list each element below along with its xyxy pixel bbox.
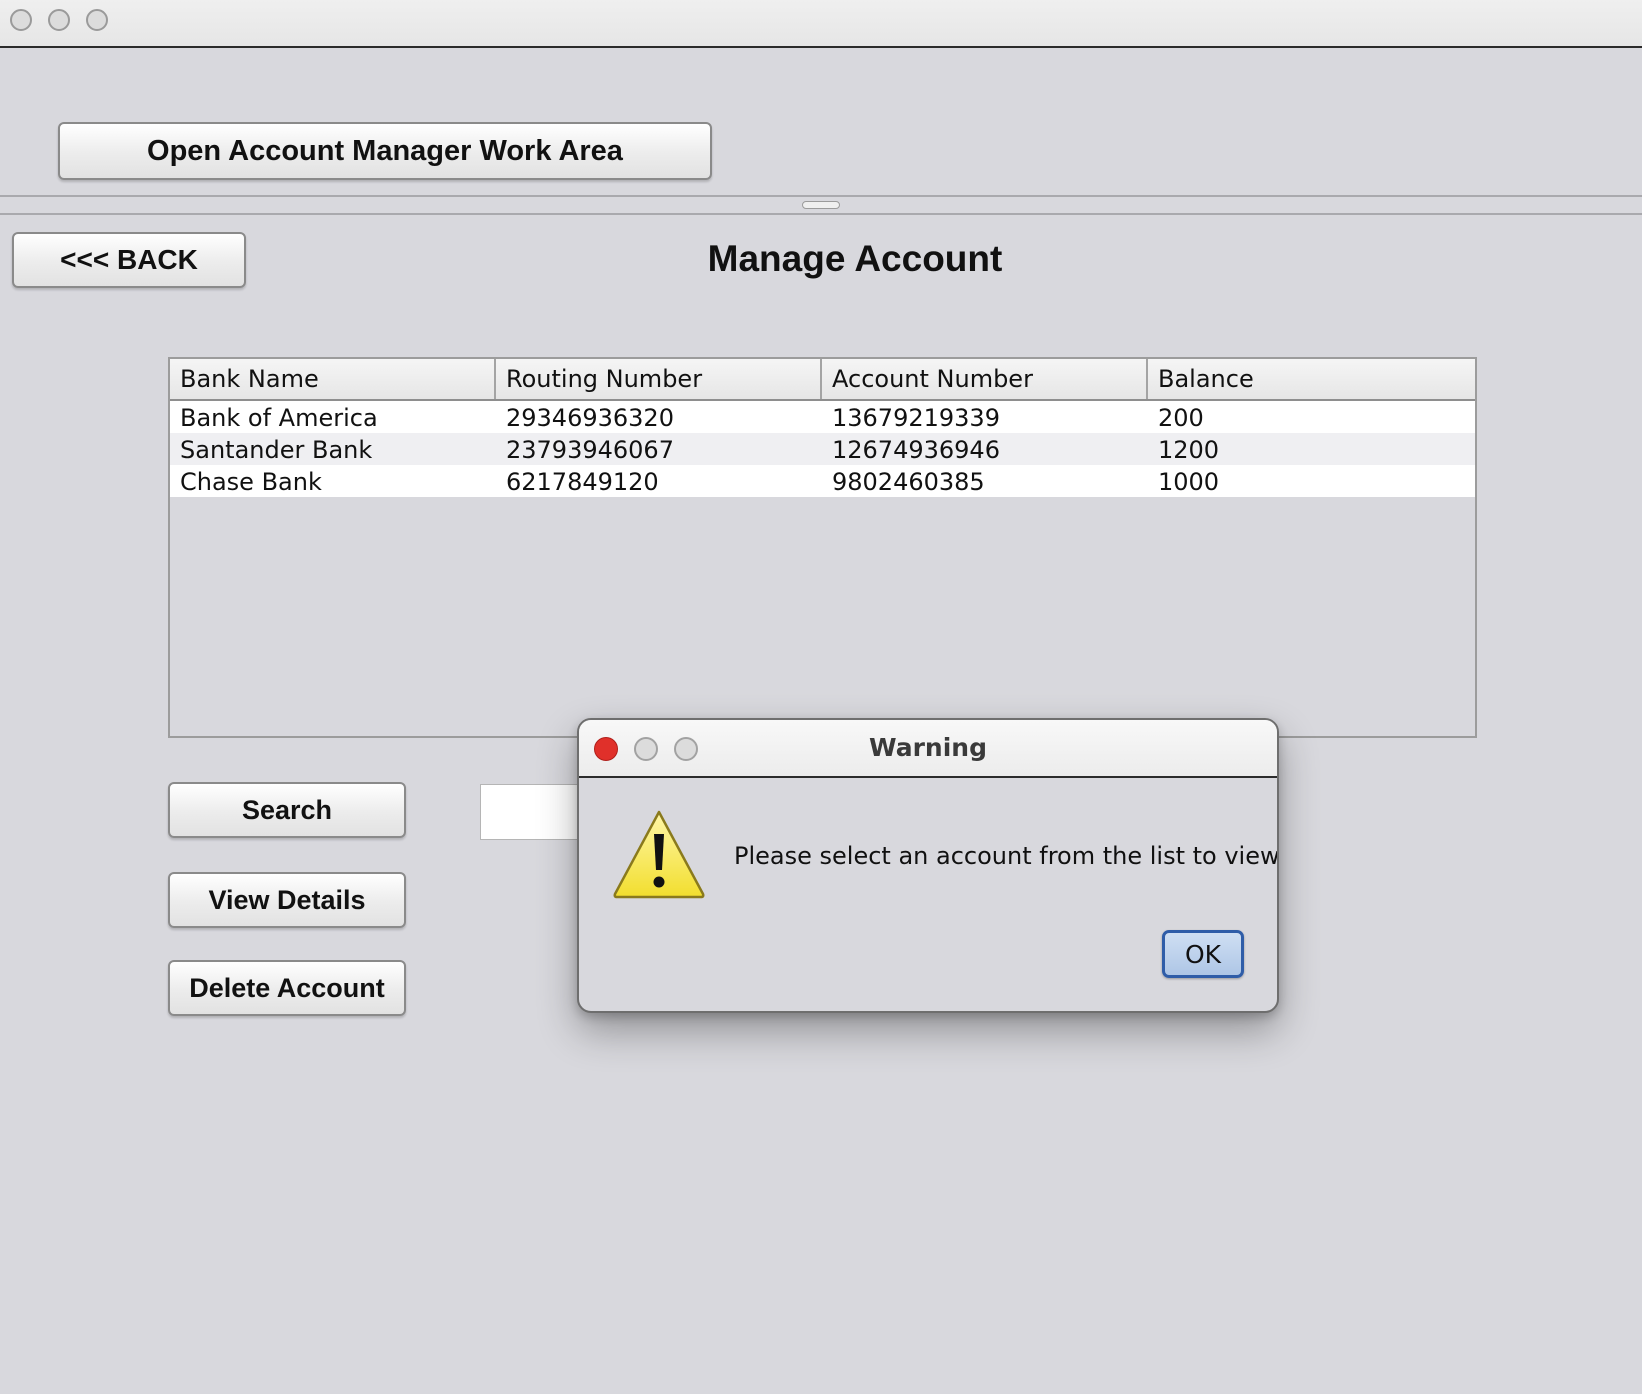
split-pane-divider-bottom — [0, 213, 1642, 215]
cell-account-number: 12674936946 — [832, 436, 1000, 464]
dialog-title: Warning — [869, 733, 987, 762]
open-work-area-button[interactable]: Open Account Manager Work Area — [58, 122, 712, 180]
cell-routing-number: 29346936320 — [506, 404, 674, 432]
close-window-icon[interactable] — [10, 9, 32, 31]
table-row[interactable]: Bank of America 29346936320 13679219339 … — [170, 401, 1475, 433]
dialog-message: Please select an account from the list t… — [734, 842, 1279, 870]
cell-account-number: 9802460385 — [832, 468, 985, 496]
cell-bank-name: Chase Bank — [180, 468, 322, 496]
warning-icon — [613, 810, 705, 899]
cell-routing-number: 23793946067 — [506, 436, 674, 464]
cell-bank-name: Bank of America — [180, 404, 378, 432]
dialog-titlebar: Warning — [579, 720, 1277, 778]
column-header-bank-name[interactable]: Bank Name — [170, 359, 496, 399]
column-header-routing-number[interactable]: Routing Number — [496, 359, 822, 399]
accounts-table[interactable]: Bank Name Routing Number Account Number … — [168, 357, 1477, 738]
cell-routing-number: 6217849120 — [506, 468, 659, 496]
app-window: Open Account Manager Work Area <<< BACK … — [0, 0, 1642, 1394]
table-row[interactable]: Chase Bank 6217849120 9802460385 1000 — [170, 465, 1475, 497]
minimize-window-icon[interactable] — [48, 9, 70, 31]
cell-balance: 1200 — [1158, 436, 1220, 464]
column-header-balance[interactable]: Balance — [1148, 359, 1475, 399]
ok-button[interactable]: OK — [1162, 930, 1244, 978]
view-details-button[interactable]: View Details — [168, 872, 406, 928]
cell-bank-name: Santander Bank — [180, 436, 373, 464]
warning-dialog: Warning Please select an account from th… — [577, 718, 1279, 1013]
window-titlebar — [0, 0, 1642, 48]
zoom-window-icon[interactable] — [86, 9, 108, 31]
search-button[interactable]: Search — [168, 782, 406, 838]
split-pane-divider-top — [0, 195, 1642, 197]
cell-account-number: 13679219339 — [832, 404, 1000, 432]
split-pane-handle[interactable] — [802, 201, 840, 209]
cell-balance: 200 — [1158, 404, 1204, 432]
delete-account-button[interactable]: Delete Account — [168, 960, 406, 1016]
table-header: Bank Name Routing Number Account Number … — [170, 359, 1475, 401]
cell-balance: 1000 — [1158, 468, 1220, 496]
page-title: Manage Account — [707, 238, 1003, 279]
table-row[interactable]: Santander Bank 23793946067 12674936946 1… — [170, 433, 1475, 465]
column-header-account-number[interactable]: Account Number — [822, 359, 1148, 399]
back-button[interactable]: <<< BACK — [12, 232, 246, 288]
